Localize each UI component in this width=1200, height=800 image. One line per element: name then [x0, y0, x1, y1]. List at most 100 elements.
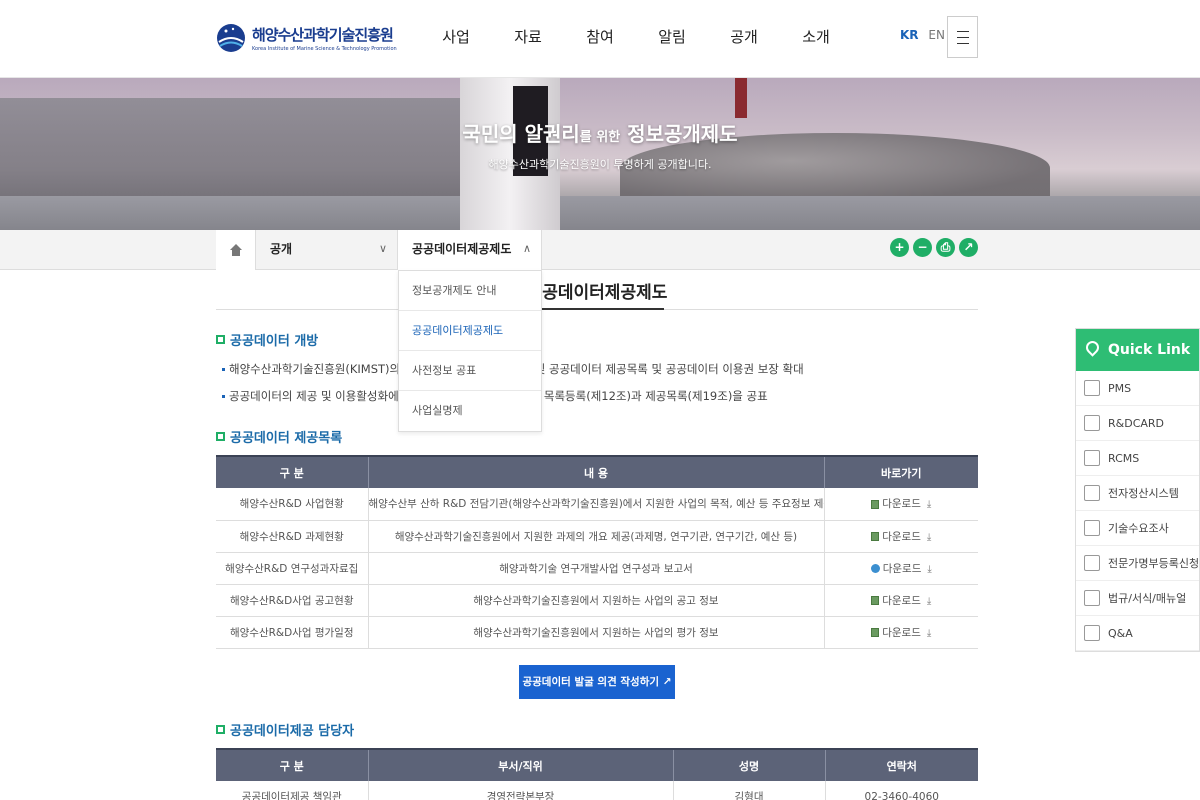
card-icon [1084, 415, 1100, 431]
title-underline [528, 308, 664, 310]
language-switch: KR EN [900, 28, 951, 42]
quick-link-item-rcms[interactable]: RCMS [1076, 441, 1199, 476]
sea-image [0, 196, 1200, 230]
contact-table: 구 분 부서/직위 성명 연락처 공공데이터제공 책임관 경영전략본부장 김형대… [216, 748, 978, 800]
data-request-button[interactable]: 공공데이터 발굴 의견 작성하기 ↗ [519, 665, 675, 699]
table-row: 해양수산R&D사업 평가일정 해양수산과학기술진흥원에서 지원하는 사업의 평가… [216, 616, 978, 649]
logo-subtitle: Korea Institute of Marine Science & Tech… [252, 46, 397, 52]
nav-participation[interactable]: 참여 [564, 26, 636, 47]
print-button[interactable]: ⎙ [936, 238, 955, 257]
download-link[interactable]: 다운로드 ⤓ [823, 552, 978, 585]
page: 해양수산과학기술진흥원 Korea Institute of Marine Sc… [0, 0, 1200, 800]
table-header: 성명 [672, 748, 825, 781]
quick-link-item-pms[interactable]: PMS [1076, 371, 1199, 406]
main-nav: 사업 자료 참여 알림 공개 소개 [420, 26, 852, 47]
location-pin-icon [1083, 338, 1102, 357]
gear-icon [1084, 485, 1100, 501]
external-link-icon: ↗ [662, 676, 672, 688]
hero-subtitle: 해양수산과학기술진흥원이 투명하게 공개합니다. [488, 158, 712, 171]
download-link[interactable]: 다운로드 ⤓ [823, 616, 978, 649]
download-icon: ⤓ [927, 563, 932, 575]
download-link[interactable]: 다운로드 ⤓ [823, 584, 978, 617]
table-row: 해양수산R&D 연구성과자료집 해양과학기술 연구개발사업 연구성과 보고서 다… [216, 552, 978, 585]
table-row: 공공데이터제공 책임관 경영전략본부장 김형대 02-3460-4060 [216, 781, 978, 800]
lang-kr-link[interactable]: KR [900, 28, 919, 42]
excel-file-icon [871, 499, 880, 509]
graph-icon [1084, 450, 1100, 466]
download-link[interactable]: 다운로드 ⤓ [823, 520, 978, 553]
dropdown-item[interactable]: 사전정보 공표 [399, 351, 541, 391]
table-header: 부서/직위 [367, 748, 673, 781]
section-title: 공공데이터 개방 [216, 330, 318, 349]
excel-file-icon [871, 628, 880, 637]
zoom-out-button[interactable]: − [913, 238, 932, 257]
nav-business[interactable]: 사업 [420, 26, 492, 47]
excel-file-icon [871, 532, 880, 541]
section-square-icon [216, 725, 225, 734]
hamburger-menu-button[interactable] [947, 16, 978, 58]
breadcrumb-dropdown: 정보공개제도 안내 공공데이터제공제도 사전정보 공표 사업실명제 [398, 270, 542, 432]
chart-icon [1084, 380, 1100, 396]
section-title: 공공데이터제공 담당자 [216, 720, 354, 739]
section-square-icon [216, 335, 225, 344]
table-header: 연락처 [824, 748, 978, 781]
hero-title: 국민의 알권리를 위한 정보공개제도 [462, 122, 738, 146]
quick-link-item-rdcard[interactable]: R&DCARD [1076, 406, 1199, 441]
book-icon [1084, 590, 1100, 606]
dropdown-item[interactable]: 정보공개제도 안내 [399, 271, 541, 311]
section-title: 공공데이터 제공목록 [216, 427, 342, 446]
dropdown-item[interactable]: 사업실명제 [399, 391, 541, 431]
table-row: 해양수산R&D 과제현황 해양수산과학기술진흥원에서 지원한 과제의 개요 제공… [216, 520, 978, 553]
menu-line-icon [957, 37, 969, 38]
quick-link-header: Quick Link [1076, 329, 1199, 371]
chevron-down-icon: ∨ [378, 242, 387, 255]
section-square-icon [216, 432, 225, 441]
quick-link-item-rules[interactable]: 법규/서식/매뉴얼 [1076, 581, 1199, 616]
table-row: 해양수산R&D사업 공고현황 해양수산과학기술진흥원에서 지원하는 사업의 공고… [216, 584, 978, 617]
logo-emblem-icon [217, 24, 245, 52]
location-bar: 공개 ∨ 공공데이터제공제도 ∧ [0, 230, 1200, 270]
download-icon: ⤓ [926, 499, 932, 511]
site-header: 해양수산과학기술진흥원 Korea Institute of Marine Sc… [0, 0, 1200, 78]
chevron-up-icon: ∧ [522, 242, 531, 255]
nav-resources[interactable]: 자료 [492, 26, 564, 47]
download-link[interactable]: 다운로드 ⤓ [823, 488, 978, 521]
dropdown-item-active[interactable]: 공공데이터제공제도 [399, 311, 541, 351]
document-icon [1084, 520, 1100, 536]
download-icon: ⤓ [926, 595, 932, 607]
quick-link-item-expert[interactable]: 전문가명부등록신청 [1076, 546, 1199, 581]
breadcrumb-depth2[interactable]: 공공데이터제공제도 ∧ [398, 230, 542, 270]
excel-file-icon [871, 596, 880, 605]
home-button[interactable] [216, 230, 256, 270]
logo[interactable]: 해양수산과학기술진흥원 Korea Institute of Marine Sc… [216, 20, 397, 56]
quick-link-item-settlement[interactable]: 전자정산시스템 [1076, 476, 1199, 511]
table-row: 해양수산R&D 사업현황 해양수산부 산하 R&D 전담기관(해양수산과학기술진… [216, 488, 978, 521]
share-button[interactable]: ↗ [959, 238, 978, 257]
quick-link-panel: Quick Link PMS R&DCARD RCMS 전자정산시스템 기술수요… [1075, 328, 1200, 652]
data-list-table: 구 분 내 용 바로가기 해양수산R&D 사업현황 해양수산부 산하 R&D 전… [216, 455, 978, 649]
table-header: 바로가기 [823, 455, 978, 488]
logo-title: 해양수산과학기술진흥원 [252, 26, 394, 44]
mobile-icon [1084, 555, 1100, 571]
breakwater-image [0, 98, 480, 198]
red-lighthouse-image [735, 78, 747, 118]
quick-link-item-survey[interactable]: 기술수요조사 [1076, 511, 1199, 546]
menu-line-icon [957, 31, 969, 32]
download-icon: ⤓ [926, 627, 932, 639]
table-header: 내 용 [367, 455, 824, 488]
table-header: 구 분 [216, 455, 368, 488]
nav-notice[interactable]: 알림 [636, 26, 708, 47]
menu-line-icon [957, 43, 969, 44]
nav-disclosure[interactable]: 공개 [708, 26, 780, 47]
file-info-icon [870, 564, 880, 573]
chat-icon [1084, 625, 1100, 641]
table-header: 구 분 [216, 748, 368, 781]
zoom-in-button[interactable]: + [890, 238, 909, 257]
breadcrumb-depth1[interactable]: 공개 ∨ [256, 230, 398, 270]
nav-about[interactable]: 소개 [780, 26, 852, 47]
download-icon: ⤓ [926, 531, 932, 543]
quick-link-item-qna[interactable]: Q&A [1076, 616, 1199, 651]
hero-banner: 국민의 알권리를 위한 정보공개제도 해양수산과학기술진흥원이 투명하게 공개합… [0, 78, 1200, 230]
lang-en-link[interactable]: EN [928, 28, 945, 42]
page-title: 공공데이터제공제도 [526, 283, 668, 303]
